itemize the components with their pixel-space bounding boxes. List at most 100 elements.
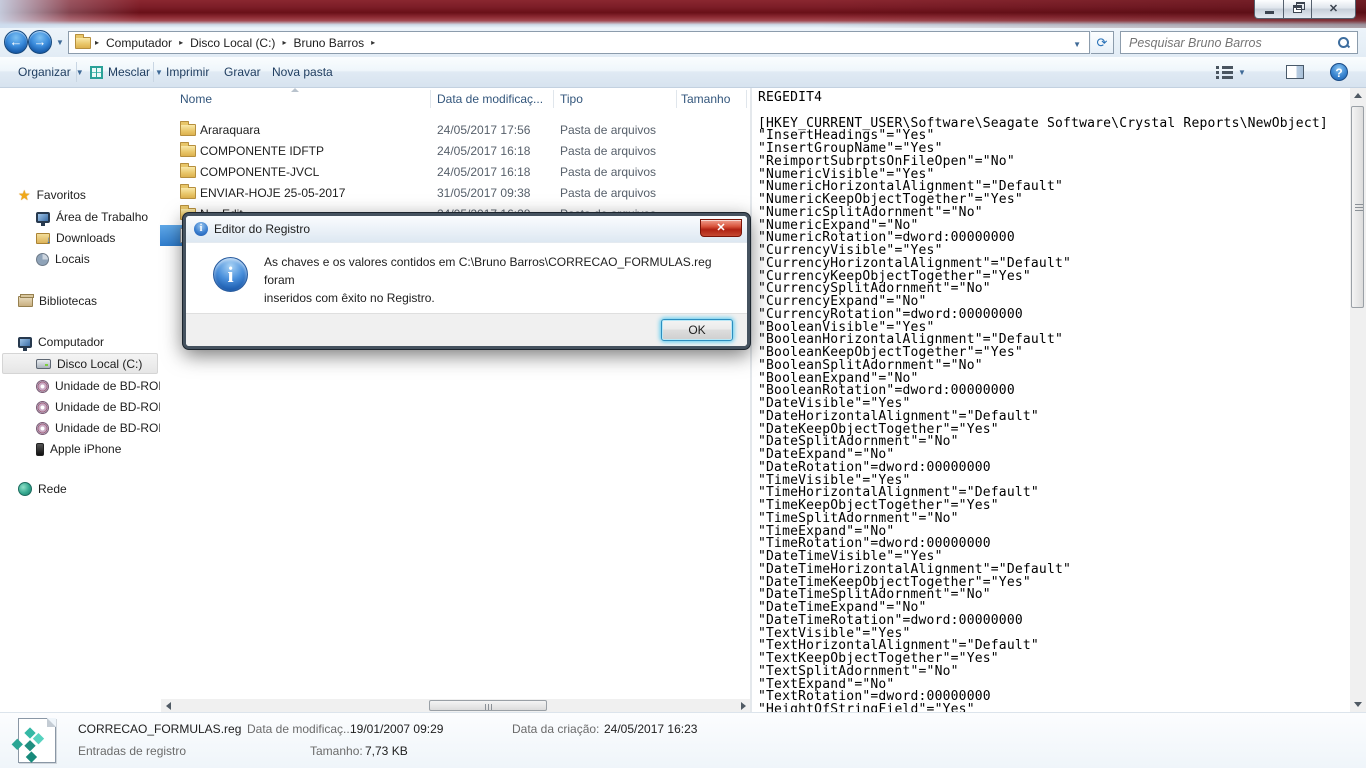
- folder-icon: [180, 142, 196, 157]
- breadcrumb-bruno-barros[interactable]: Bruno Barros: [286, 36, 371, 50]
- command-bar: Organizar ▼ Mesclar ▼ Imprimir Gravar Nova…: [0, 57, 1366, 88]
- file-row-enviar-hoje[interactable]: ENVIAR-HOJE 25-05-2017 31/05/2017 09:38 …: [160, 183, 748, 204]
- downloads-icon: [36, 232, 51, 246]
- close-icon: ✕: [1328, 2, 1339, 15]
- sidebar-item-apple-iphone[interactable]: Apple iPhone: [0, 439, 160, 459]
- scroll-left-button[interactable]: [161, 699, 175, 712]
- merge-label: Mesclar: [108, 65, 151, 79]
- details-created-value: 24/05/2017 16:23: [604, 722, 698, 736]
- dialog-close-button[interactable]: ✕: [700, 219, 742, 237]
- details-modified-label: Data de modificaç...: [247, 722, 354, 736]
- info-icon: i: [194, 222, 208, 236]
- restore-button[interactable]: [1283, 0, 1311, 19]
- column-header-nome[interactable]: Nome: [180, 92, 212, 106]
- details-size-value: 7,73 KB: [365, 744, 408, 758]
- minimize-button[interactable]: [1254, 0, 1283, 19]
- ok-button[interactable]: OK: [661, 319, 733, 341]
- dialog-message: As chaves e os valores contidos em C:\Br…: [264, 253, 734, 307]
- horizontal-scrollbar[interactable]: [161, 699, 750, 712]
- nav-history-chevron-icon[interactable]: ▼: [56, 38, 64, 47]
- folder-icon: [180, 184, 196, 199]
- folder-icon: [75, 33, 91, 49]
- column-header-data[interactable]: Data de modificaç...: [437, 92, 543, 106]
- column-headers: Nome Data de modificaç... Tipo Tamanho: [160, 88, 750, 110]
- print-button[interactable]: Imprimir: [158, 57, 217, 87]
- restore-icon: [1293, 2, 1305, 13]
- change-view-button[interactable]: ▼: [1208, 57, 1254, 87]
- sidebar-item-rede[interactable]: Rede: [0, 479, 160, 499]
- details-filename: CORRECAO_FORMULAS.reg: [78, 722, 242, 736]
- search-icon[interactable]: [1338, 37, 1349, 48]
- burn-label: Gravar: [224, 65, 261, 79]
- network-icon: [18, 482, 32, 496]
- address-dropdown-icon[interactable]: ▼: [1073, 40, 1081, 49]
- sidebar-item-favoritos[interactable]: ★ Favoritos: [0, 185, 160, 205]
- vertical-scrollbar[interactable]: [1350, 88, 1366, 712]
- sidebar-item-disco-local-c[interactable]: Disco Local (C:): [0, 354, 160, 374]
- folder-icon: [180, 163, 196, 178]
- sidebar-item-bd-rom-2[interactable]: Unidade de BD-ROM: [0, 397, 160, 417]
- preview-pane[interactable]: REGEDIT4 [HKEY_CURRENT_USER\Software\Sea…: [752, 88, 1350, 712]
- sidebar-item-bd-rom-1[interactable]: Unidade de BD-ROM: [0, 376, 160, 396]
- refresh-button[interactable]: ⟳: [1091, 31, 1114, 54]
- phone-icon: [36, 442, 44, 456]
- back-button[interactable]: ←: [4, 30, 28, 54]
- dialog-message-line1: As chaves e os valores contidos em C:\Br…: [264, 255, 712, 287]
- file-list: Nome Data de modificaç... Tipo Tamanho A…: [160, 88, 750, 712]
- arrow-down-icon: [1354, 702, 1362, 707]
- explorer-window: ✕ ← → ▼ ▸ Computador ▸ Disco Local (C:) …: [0, 0, 1366, 768]
- vertical-scroll-thumb[interactable]: [1351, 106, 1364, 308]
- address-bar-row: ← → ▼ ▸ Computador ▸ Disco Local (C:) ▸ …: [0, 28, 1366, 57]
- dialog-footer: OK: [186, 313, 747, 346]
- merge-registry-icon: [90, 65, 103, 79]
- burn-button[interactable]: Gravar: [216, 57, 269, 87]
- sidebar-item-bd-rom-3[interactable]: Unidade de BD-ROM: [0, 418, 160, 438]
- column-header-tamanho[interactable]: Tamanho: [681, 92, 730, 106]
- new-folder-button[interactable]: Nova pasta: [264, 57, 341, 87]
- file-row-componente-jvcl[interactable]: COMPONENTE-JVCL 24/05/2017 16:18 Pasta d…: [160, 162, 748, 183]
- print-label: Imprimir: [166, 65, 210, 79]
- breadcrumb-disco-local[interactable]: Disco Local (C:): [183, 36, 282, 50]
- close-button[interactable]: ✕: [1311, 0, 1356, 19]
- desktop-icon: [36, 211, 50, 226]
- breadcrumb-computador[interactable]: Computador: [99, 36, 179, 50]
- toolbar-divider: [153, 62, 154, 82]
- sidebar-item-area-de-trabalho[interactable]: Área de Trabalho: [0, 207, 160, 227]
- organize-label: Organizar: [18, 65, 71, 79]
- sort-ascending-icon: [291, 88, 299, 92]
- help-icon: ?: [1330, 63, 1348, 81]
- forward-button[interactable]: →: [28, 30, 52, 54]
- dialog-title-bar[interactable]: i Editor do Registro ✕: [186, 216, 747, 242]
- details-size-label: Tamanho:: [310, 744, 363, 758]
- disc-drive-icon: [36, 400, 49, 414]
- search-input[interactable]: [1121, 35, 1321, 50]
- dialog-body: i As chaves e os valores contidos em C:\…: [186, 242, 747, 313]
- recent-places-icon: [36, 252, 49, 266]
- breadcrumb-chevron-icon[interactable]: ▸: [371, 38, 375, 47]
- computer-icon: [18, 336, 32, 351]
- details-filetype: Entradas de registro: [78, 744, 187, 758]
- chevron-down-icon: ▼: [1238, 67, 1246, 77]
- column-header-tipo[interactable]: Tipo: [560, 92, 583, 106]
- scroll-down-button[interactable]: [1350, 697, 1366, 712]
- scroll-up-button[interactable]: [1350, 88, 1366, 103]
- sidebar-item-locais[interactable]: Locais: [0, 249, 160, 269]
- folder-icon: [180, 121, 196, 136]
- sidebar-item-bibliotecas[interactable]: Bibliotecas: [0, 291, 160, 311]
- star-icon: ★: [18, 187, 31, 203]
- title-bar: ✕: [0, 0, 1366, 28]
- hard-drive-icon: [36, 359, 51, 369]
- file-row-componente-idftp[interactable]: COMPONENTE IDFTP 24/05/2017 16:18 Pasta …: [160, 141, 748, 162]
- help-button[interactable]: ?: [1322, 57, 1356, 87]
- sidebar-item-computador[interactable]: Computador: [0, 332, 160, 352]
- address-field[interactable]: ▸ Computador ▸ Disco Local (C:) ▸ Bruno …: [68, 31, 1090, 54]
- preview-pane-icon: [1286, 65, 1304, 79]
- horizontal-scroll-thumb[interactable]: [429, 700, 547, 711]
- sidebar-item-downloads[interactable]: Downloads: [0, 228, 160, 248]
- preview-pane-toggle[interactable]: [1278, 57, 1312, 87]
- organize-button[interactable]: Organizar ▼: [10, 57, 92, 87]
- scroll-right-button[interactable]: [736, 699, 750, 712]
- disc-drive-icon: [36, 421, 49, 435]
- arrow-up-icon: [1354, 93, 1362, 98]
- file-row-araraquara[interactable]: Araraquara 24/05/2017 17:56 Pasta de arq…: [160, 120, 748, 141]
